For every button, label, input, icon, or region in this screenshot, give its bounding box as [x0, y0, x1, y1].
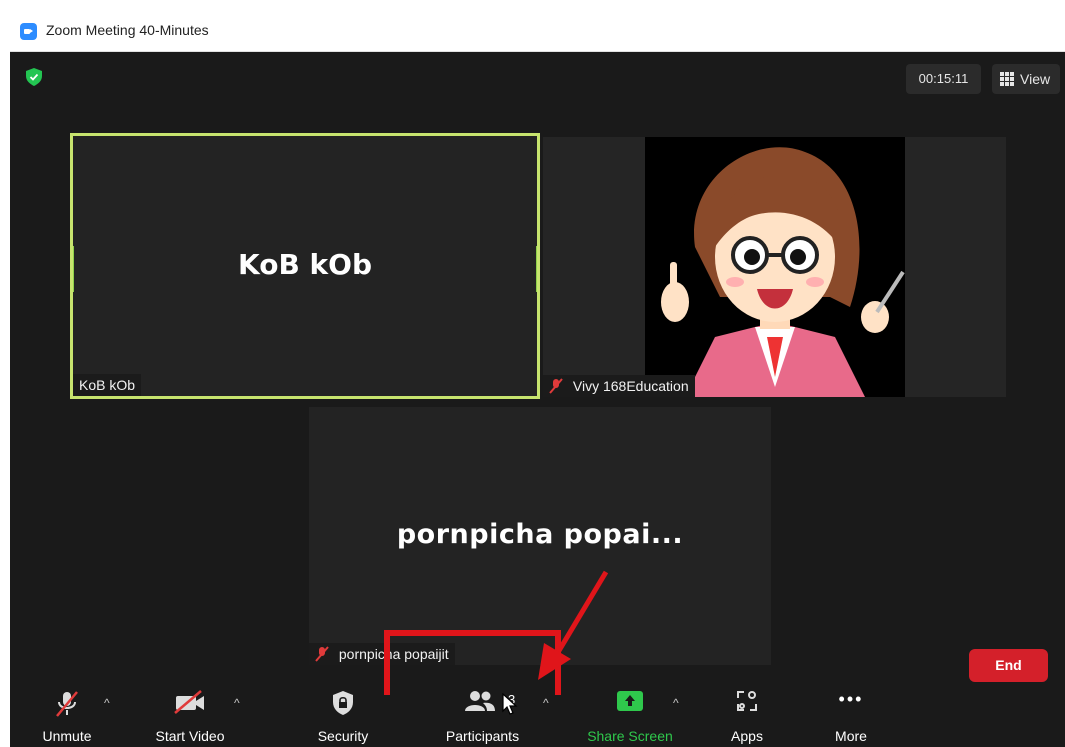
start-video-button[interactable]: Start Video	[140, 682, 240, 747]
muted-mic-icon	[315, 646, 329, 662]
share-screen-button[interactable]: Share Screen	[575, 682, 685, 747]
security-button[interactable]: Security	[300, 682, 386, 747]
view-button[interactable]: View	[992, 64, 1060, 94]
security-label: Security	[317, 728, 369, 744]
participant-display-name: pornpicha popai...	[396, 519, 684, 550]
apps-button[interactable]: Apps	[710, 682, 784, 747]
view-label: View	[1020, 71, 1051, 87]
apps-icon	[737, 691, 757, 711]
video-options-chevron-up-icon[interactable]: ^	[234, 696, 248, 710]
mouse-cursor-icon	[502, 693, 518, 715]
participants-options-chevron-up-icon[interactable]: ^	[543, 696, 557, 710]
name-tag-label: Vivy 168Education	[572, 378, 689, 394]
unmute-button[interactable]: Unmute	[24, 682, 110, 747]
meeting-timer: 00:15:11	[906, 64, 981, 94]
audio-options-chevron-up-icon[interactable]: ^	[104, 696, 118, 710]
end-meeting-button[interactable]: End	[969, 649, 1048, 682]
teacher-avatar-image	[645, 137, 905, 397]
cartoon-teacher-illustration	[645, 137, 905, 397]
video-off-icon	[174, 690, 204, 714]
more-button[interactable]: ••• More	[814, 682, 888, 747]
window-title: Zoom Meeting 40-Minutes	[46, 22, 209, 38]
muted-mic-icon	[549, 378, 563, 394]
grid-icon	[1000, 72, 1014, 86]
start-video-label: Start Video	[155, 728, 225, 744]
name-tag-label: KoB kOb	[79, 377, 136, 393]
more-label: More	[835, 728, 867, 744]
participant-name-tag: KoB kOb	[73, 374, 142, 396]
annotation-highlight-box	[384, 630, 561, 695]
share-options-chevron-up-icon[interactable]: ^	[673, 696, 687, 710]
apps-label: Apps	[731, 728, 763, 744]
share-screen-label: Share Screen	[587, 728, 673, 744]
unmute-label: Unmute	[42, 728, 92, 744]
encryption-shield-icon[interactable]	[26, 68, 42, 86]
participant-display-name: KoB kOb	[238, 248, 372, 281]
muted-mic-icon	[56, 691, 78, 717]
zoom-app-icon	[20, 23, 37, 40]
security-shield-icon	[333, 691, 353, 715]
title-bar: Zoom Meeting 40-Minutes	[10, 10, 1065, 52]
more-dots-icon: •••	[838, 689, 864, 709]
video-tile-vivy[interactable]: Vivy 168Education	[543, 137, 1006, 397]
participants-label: Participants	[445, 728, 520, 744]
participant-name-tag: Vivy 168Education	[543, 375, 695, 397]
share-screen-icon	[617, 691, 643, 711]
video-tile-pornpicha[interactable]: pornpicha popai... pornpicha popaijit	[309, 407, 771, 665]
video-tile-kob[interactable]: KoB kOb KoB kOb	[70, 133, 540, 399]
